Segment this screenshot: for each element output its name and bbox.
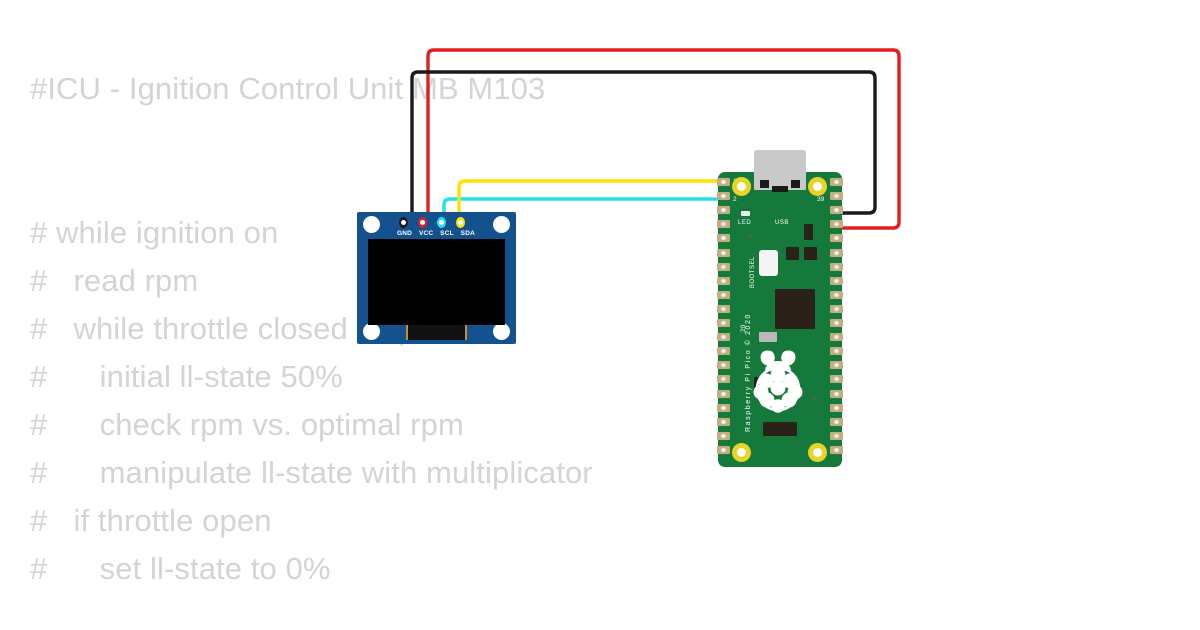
oled-mount-hole-top-right [493, 216, 510, 233]
pico-pad-right-17[interactable] [830, 403, 843, 412]
pico-testpoint-a [748, 234, 752, 238]
pico-pad-left-13[interactable] [717, 347, 730, 356]
pico-component-smd [759, 332, 777, 342]
pico-pad-left-2[interactable] [717, 192, 730, 201]
oled-ribbon-connector [406, 325, 467, 340]
pico-pad-left-12[interactable] [717, 333, 730, 342]
pico-pad-right-9[interactable] [830, 290, 843, 299]
pico-pad-left-20[interactable] [717, 445, 730, 454]
pico-pad-right-3[interactable] [830, 206, 843, 215]
pico-silk-usb: USB [775, 220, 789, 226]
onboard-led [741, 211, 750, 216]
pico-pad-left-5[interactable] [717, 234, 730, 243]
pico-pad-right-12[interactable] [830, 333, 843, 342]
pico-pad-right-16[interactable] [830, 389, 843, 398]
pico-pad-left-16[interactable] [717, 389, 730, 398]
oled-display-module[interactable]: GND VCC SCL SDA [357, 212, 516, 344]
pico-pad-left-17[interactable] [717, 403, 730, 412]
wire-layer [410, 48, 901, 230]
usb-connector[interactable] [754, 150, 806, 192]
pico-pad-right-6[interactable] [830, 248, 843, 257]
oled-mount-hole-bottom-left [363, 323, 380, 340]
pico-pad-right-4[interactable] [830, 220, 843, 229]
pico-pad-left-1[interactable] [717, 178, 730, 186]
pico-mount-hole-bottom-right [808, 443, 827, 462]
pico-pad-right-13[interactable] [830, 347, 843, 356]
pico-pad-right-20[interactable] [830, 445, 843, 454]
oled-pin-sda[interactable] [456, 217, 465, 228]
pico-pad-right-2[interactable] [830, 192, 843, 201]
pico-pad-right-8[interactable] [830, 276, 843, 285]
pico-pad-left-6[interactable] [717, 248, 730, 257]
pico-testpoint-b [813, 397, 817, 401]
pico-pad-left-18[interactable] [717, 417, 730, 426]
rp2040-chip [775, 289, 815, 329]
pico-silk-led: LED [738, 220, 752, 226]
pico-pad-left-9[interactable] [717, 290, 730, 299]
pico-component-a [786, 247, 799, 260]
pico-pad-left-7[interactable] [717, 262, 730, 271]
pico-pad-left-11[interactable] [717, 319, 730, 327]
pico-pin-number-2: 2 [733, 196, 737, 203]
pico-pad-left-10[interactable] [717, 304, 730, 313]
pico-pad-left-19[interactable] [717, 431, 730, 440]
pico-pad-right-15[interactable] [830, 375, 843, 384]
pico-silk-bootsel: BOOTSEL [750, 256, 756, 288]
pico-mount-hole-bottom-left [732, 443, 751, 462]
pico-mount-hole-top-left [732, 177, 751, 196]
oled-label-vcc: VCC [418, 230, 434, 237]
pico-pad-right-1[interactable] [830, 178, 843, 186]
pico-pad-right-19[interactable] [830, 431, 843, 440]
raspberry-pi-logo-icon [753, 350, 803, 413]
oled-pin-labels: GND VCC SCL SDA [397, 230, 475, 237]
pico-pad-left-4[interactable] [717, 220, 730, 229]
pico-pad-left-3[interactable] [717, 206, 730, 215]
pico-component-b [804, 247, 817, 260]
oled-pin-scl[interactable] [437, 217, 446, 228]
pico-mount-hole-top-right [808, 177, 827, 196]
pico-pad-right-10[interactable] [830, 304, 843, 313]
pico-pin-number-39: 39 [817, 196, 825, 203]
pico-pad-left-14[interactable] [717, 361, 730, 370]
oled-label-gnd: GND [397, 230, 413, 237]
pico-component-flash [804, 224, 813, 240]
pico-pad-right-14[interactable] [830, 361, 843, 370]
oled-mount-hole-bottom-right [493, 323, 510, 340]
pico-component-d [763, 422, 797, 436]
pico-pad-left-8[interactable] [717, 276, 730, 285]
bootsel-button[interactable] [759, 250, 778, 276]
oled-pin-gnd[interactable] [399, 217, 408, 228]
pico-pad-left-15[interactable] [717, 375, 730, 384]
raspberry-pi-pico-board[interactable]: 1 2 39 20 LED USB BOOTSEL Raspberry Pi P… [717, 150, 843, 467]
pico-pad-right-11[interactable] [830, 319, 843, 327]
pico-pad-right-5[interactable] [830, 234, 843, 243]
oled-screen [368, 239, 505, 325]
pico-pad-right-7[interactable] [830, 262, 843, 271]
diagram-canvas: #ICU - Ignition Control Unit MB M103 # w… [0, 0, 1200, 630]
oled-label-sda: SDA [460, 230, 475, 237]
pico-pad-right-18[interactable] [830, 417, 843, 426]
oled-pin-vcc[interactable] [418, 217, 427, 228]
oled-mount-hole-top-left [363, 216, 380, 233]
oled-label-scl: SCL [440, 230, 454, 237]
